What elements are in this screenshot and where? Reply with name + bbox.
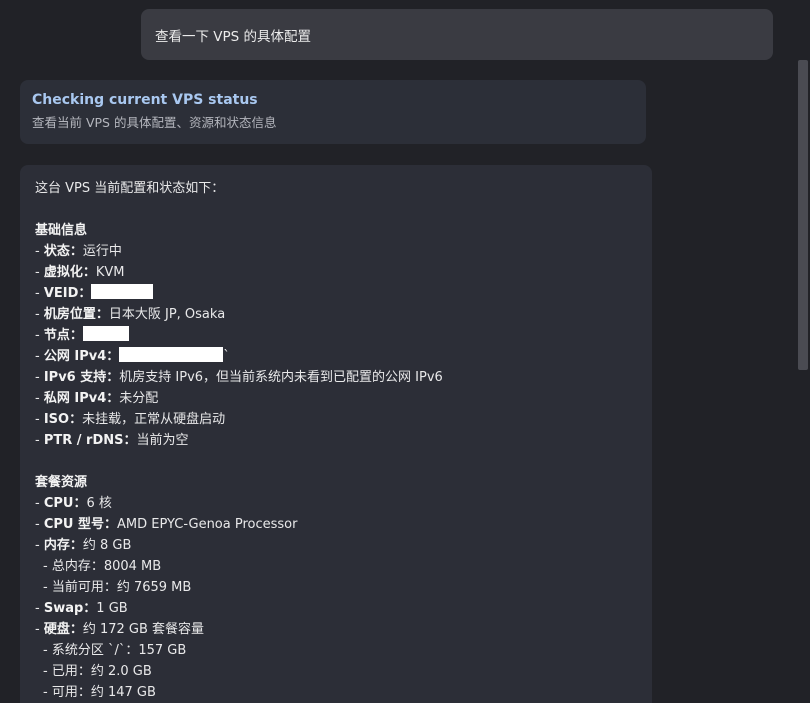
- user-message-bubble: 查看一下 VPS 的具体配置: [141, 9, 773, 60]
- list-item: - 私网 IPv4：未分配: [35, 391, 159, 406]
- list-subitem: - 当前可用：约 7659 MB: [43, 580, 192, 595]
- list-item: - 硬盘：约 172 GB 套餐容量: [35, 622, 205, 637]
- list-item: - 内存：约 8 GB: [35, 538, 132, 553]
- list-item: - 公网 IPv4： `: [35, 347, 230, 364]
- list-subitem: - 系统分区 `/`：157 GB: [43, 643, 187, 658]
- reply-intro: 这台 VPS 当前配置和状态如下：: [35, 181, 225, 196]
- chat-viewport: 查看一下 VPS 的具体配置 Checking current VPS stat…: [0, 0, 810, 703]
- list-item: - ISO：未挂载，正常从硬盘启动: [35, 412, 226, 427]
- list-item: - PTR / rDNS：当前为空: [35, 433, 189, 448]
- list-item: - 虚拟化：KVM: [35, 265, 125, 280]
- status-card[interactable]: Checking current VPS status 查看当前 VPS 的具体…: [20, 80, 646, 144]
- plan-heading: 套餐资源: [35, 475, 88, 490]
- list-subitem: - 已用：约 2.0 GB: [43, 664, 152, 679]
- list-item: - CPU 型号：AMD EPYC-Genoa Processor: [35, 517, 298, 532]
- scrollbar-thumb[interactable]: [798, 60, 808, 370]
- status-subtitle: 查看当前 VPS 的具体配置、资源和状态信息: [32, 115, 277, 130]
- list-subitem: - 可用：约 147 GB: [43, 685, 156, 700]
- list-subitem: - 总内存：8004 MB: [43, 559, 162, 574]
- list-item: - CPU：6 核: [35, 496, 112, 511]
- redacted-node: [82, 326, 129, 341]
- scrollbar-track[interactable]: [796, 0, 810, 703]
- redacted-veid: [91, 284, 154, 299]
- list-item: - 机房位置：日本大阪 JP, Osaka: [35, 307, 226, 322]
- redacted-ipv4: [119, 347, 224, 362]
- list-item: - 状态：运行中: [35, 244, 122, 259]
- user-message-text: 查看一下 VPS 的具体配置: [155, 28, 312, 45]
- basic-heading: 基础信息: [35, 223, 88, 238]
- list-item: - 节点：: [35, 325, 637, 346]
- status-title: Checking current VPS status: [32, 92, 258, 108]
- list-item: - VEID：: [35, 283, 637, 304]
- list-item: - Swap：1 GB: [35, 601, 128, 616]
- assistant-reply-card: 这台 VPS 当前配置和状态如下： 基础信息 - 状态：运行中 - 虚拟化：KV…: [20, 165, 652, 703]
- list-item: - IPv6 支持：机房支持 IPv6，但当前系统内未看到已配置的公网 IPv6: [35, 370, 443, 385]
